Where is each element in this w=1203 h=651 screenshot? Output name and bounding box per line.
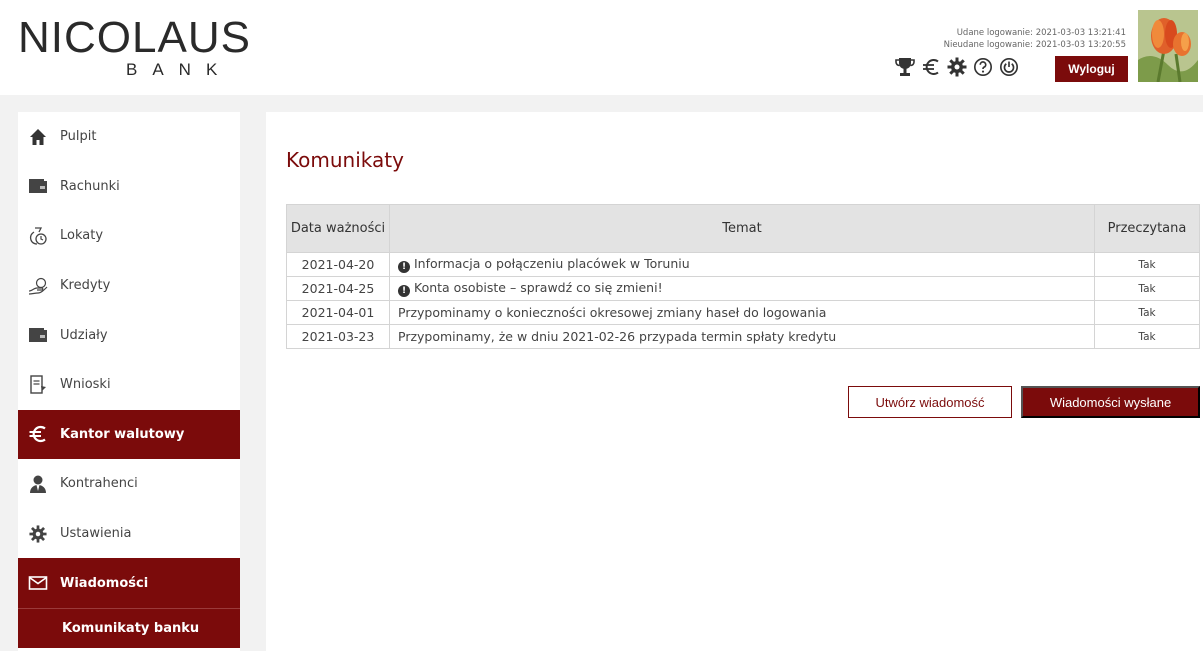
header: NICOLAUS BANK Udane logowanie: 2021-03-0…	[0, 0, 1203, 95]
main-content: Komunikaty Data ważności Temat Przeczyta…	[266, 112, 1203, 651]
column-header-subject[interactable]: Temat	[389, 204, 1095, 253]
table-row[interactable]: 2021-04-20 ! Informacja o połączeniu plac…	[286, 252, 1200, 277]
person-icon	[28, 474, 48, 494]
euro-icon	[28, 424, 48, 444]
row-subject[interactable]: Konta osobiste – sprawdź co się zmieni!	[414, 280, 663, 295]
sidebar-item-label: Pulpit	[60, 129, 97, 145]
row-read-status: Tak	[1094, 276, 1200, 301]
sidebar-item-rachunki[interactable]: Rachunki	[18, 162, 240, 212]
table-row[interactable]: 2021-03-23 Przypominamy, że w dniu 2021-…	[286, 324, 1200, 349]
shares-icon	[28, 325, 48, 345]
wallet-icon	[28, 176, 48, 196]
sidebar-item-label: Wiadomości	[60, 575, 149, 591]
help-icon[interactable]	[973, 56, 993, 78]
sidebar-item-label: Kontrahenci	[60, 476, 138, 492]
logout-button[interactable]: Wyloguj	[1055, 56, 1128, 82]
sidebar-item-label: Rachunki	[60, 178, 120, 194]
euro-icon[interactable]	[921, 56, 941, 78]
row-read-status: Tak	[1094, 300, 1200, 325]
deposit-icon	[28, 226, 48, 246]
application-icon	[28, 375, 48, 395]
column-header-expiry-date[interactable]: Data ważności	[286, 204, 390, 253]
sidebar-item-label: Udziały	[60, 327, 108, 343]
sidebar: Pulpit Rachunki Lokaty Kredyty Udziały W…	[18, 112, 240, 651]
sidebar-item-kontrahenci[interactable]: Kontrahenci	[18, 459, 240, 509]
sidebar-item-kantor-walutowy[interactable]: Kantor walutowy	[18, 409, 240, 460]
gear-icon[interactable]	[947, 56, 967, 78]
sidebar-item-lokaty[interactable]: Lokaty	[18, 211, 240, 261]
row-read-status: Tak	[1094, 324, 1200, 349]
sidebar-item-label: Wnioski	[60, 377, 111, 393]
trophy-icon[interactable]	[895, 56, 915, 78]
sidebar-item-label: Kantor walutowy	[60, 426, 185, 442]
row-subject-cell[interactable]: Przypominamy, że w dniu 2021-02-26 przyp…	[389, 324, 1095, 349]
row-subject[interactable]: Informacja o połączeniu placówek w Torun…	[414, 256, 690, 271]
last-login-failed: Nieudane logowanie: 2021-03-03 13:20:55	[943, 40, 1126, 50]
create-message-button[interactable]: Utwórz wiadomość	[848, 386, 1012, 418]
sidebar-item-label: Lokaty	[60, 228, 104, 244]
sidebar-item-ustawienia[interactable]: Ustawienia	[18, 509, 240, 559]
info-icon: !	[398, 285, 410, 297]
avatar[interactable]	[1138, 10, 1198, 82]
credit-icon	[28, 276, 48, 296]
column-header-read[interactable]: Przeczytana	[1094, 204, 1200, 253]
sidebar-subitem-komunikaty-banku[interactable]: Komunikaty banku	[18, 607, 240, 648]
row-read-status: Tak	[1094, 252, 1200, 277]
sidebar-subitem-label: Komunikaty banku	[62, 620, 200, 636]
row-subject[interactable]: Przypominamy o konieczności okresowej zm…	[398, 305, 826, 320]
logo-main-text: NICOLAUS	[18, 13, 251, 62]
table-header-row: Data ważności Temat Przeczytana	[286, 204, 1200, 253]
page-title: Komunikaty	[286, 148, 404, 172]
header-icons	[895, 56, 1019, 78]
login-info: Udane logowanie: 2021-03-03 13:21:41 Nie…	[944, 27, 1126, 51]
messages-table: Data ważności Temat Przeczytana 2021-04-…	[286, 204, 1200, 349]
row-subject-cell[interactable]: ! Konta osobiste – sprawdź co się zmieni!	[389, 276, 1095, 301]
row-subject[interactable]: Przypominamy, że w dniu 2021-02-26 przyp…	[398, 329, 836, 344]
sidebar-item-pulpit[interactable]: Pulpit	[18, 112, 240, 162]
sidebar-item-kredyty[interactable]: Kredyty	[18, 261, 240, 311]
last-login-success: Udane logowanie: 2021-03-03 13:21:41	[956, 28, 1126, 38]
row-date: 2021-03-23	[286, 324, 390, 349]
gear-icon	[28, 524, 48, 544]
row-subject-cell[interactable]: ! Informacja o połączeniu placówek w Toru…	[389, 252, 1095, 277]
sidebar-item-label: Kredyty	[60, 278, 111, 294]
info-icon: !	[398, 261, 410, 273]
row-subject-cell[interactable]: Przypominamy o konieczności okresowej zm…	[389, 300, 1095, 325]
sidebar-item-label: Ustawienia	[60, 526, 132, 542]
row-date: 2021-04-01	[286, 300, 390, 325]
sidebar-item-wiadomosci[interactable]: Wiadomości	[18, 558, 240, 608]
sidebar-item-wnioski[interactable]: Wnioski	[18, 360, 240, 410]
home-icon	[28, 127, 48, 147]
envelope-icon	[28, 573, 48, 593]
bank-logo[interactable]: NICOLAUS BANK	[18, 13, 251, 80]
row-date: 2021-04-20	[286, 252, 390, 277]
power-icon[interactable]	[999, 56, 1019, 78]
sent-messages-button[interactable]: Wiadomości wysłane	[1021, 386, 1200, 418]
row-date: 2021-04-25	[286, 276, 390, 301]
table-row[interactable]: 2021-04-25 ! Konta osobiste – sprawdź co …	[286, 276, 1200, 301]
table-row[interactable]: 2021-04-01 Przypominamy o konieczności o…	[286, 300, 1200, 325]
sidebar-item-udzialy[interactable]: Udziały	[18, 310, 240, 360]
logo-sub-text: BANK	[126, 60, 233, 79]
